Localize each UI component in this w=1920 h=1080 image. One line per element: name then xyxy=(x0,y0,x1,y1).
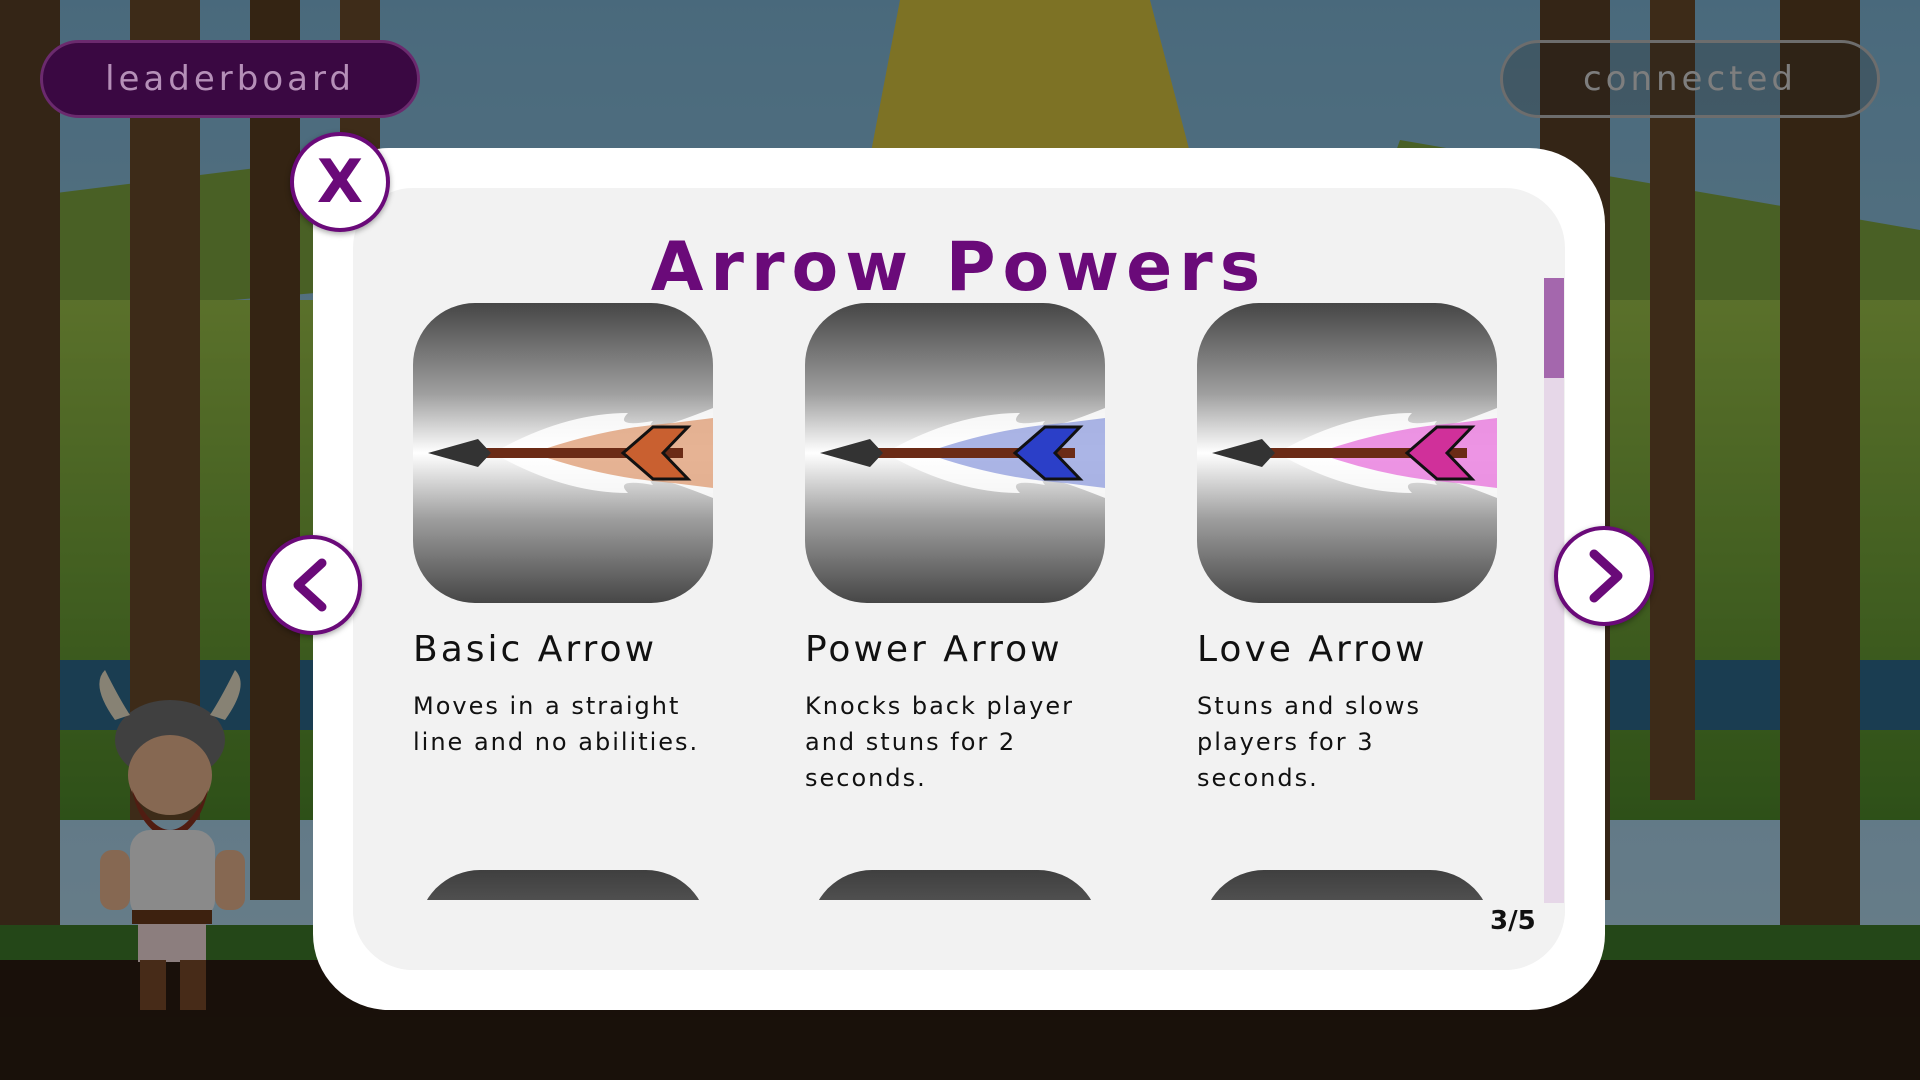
arrow-description: Stuns and slows players for 3 seconds. xyxy=(1197,688,1527,796)
arrow-name: Power Arrow xyxy=(805,629,1063,670)
leaderboard-label: leaderboard xyxy=(105,59,355,99)
arrow-card-basic[interactable]: Basic Arrow Moves in a straight line and… xyxy=(413,303,743,760)
power-arrow-image xyxy=(805,303,1105,603)
chevron-right-icon xyxy=(1589,549,1623,603)
desc-line: Stuns and slows xyxy=(1197,692,1421,720)
desc-line: Moves in a straight xyxy=(413,692,681,720)
connection-status-badge: connected xyxy=(1500,40,1880,118)
arrow-card-power[interactable]: Power Arrow Knocks back player and stuns… xyxy=(805,303,1135,796)
close-icon: X xyxy=(316,147,364,217)
arrow-card-love[interactable]: Love Arrow Stuns and slows players for 3… xyxy=(1197,303,1527,796)
arrow-name: Love Arrow xyxy=(1197,629,1428,670)
love-arrow-image xyxy=(1197,303,1497,603)
chevron-left-icon xyxy=(293,558,327,612)
close-button[interactable]: X xyxy=(290,132,390,232)
modal-title: Arrow Powers xyxy=(650,228,1268,307)
desc-line: seconds. xyxy=(805,764,927,792)
page-counter: 3/5 xyxy=(1490,906,1536,936)
modal-panel: Arrow Powers Basic Arrow Moves in a stra… xyxy=(353,188,1565,970)
leaderboard-button[interactable]: leaderboard xyxy=(40,40,420,118)
desc-line: line and no abilities. xyxy=(413,728,700,756)
previous-button[interactable] xyxy=(262,535,362,635)
basic-arrow-image xyxy=(413,303,713,603)
arrow-name: Basic Arrow xyxy=(413,629,658,670)
desc-line: seconds. xyxy=(1197,764,1319,792)
arrow-description: Knocks back player and stuns for 2 secon… xyxy=(805,688,1135,796)
desc-line: Knocks back player xyxy=(805,692,1074,720)
desc-line: players for 3 xyxy=(1197,728,1375,756)
next-button[interactable] xyxy=(1554,526,1654,626)
scrollbar-thumb[interactable] xyxy=(1544,278,1564,378)
arrow-description: Moves in a straight line and no abilitie… xyxy=(413,688,743,760)
arrow-powers-modal: Arrow Powers Basic Arrow Moves in a stra… xyxy=(313,148,1605,1010)
desc-line: and stuns for 2 xyxy=(805,728,1017,756)
scroll-clip xyxy=(353,900,1565,970)
connection-status-label: connected xyxy=(1582,59,1798,99)
